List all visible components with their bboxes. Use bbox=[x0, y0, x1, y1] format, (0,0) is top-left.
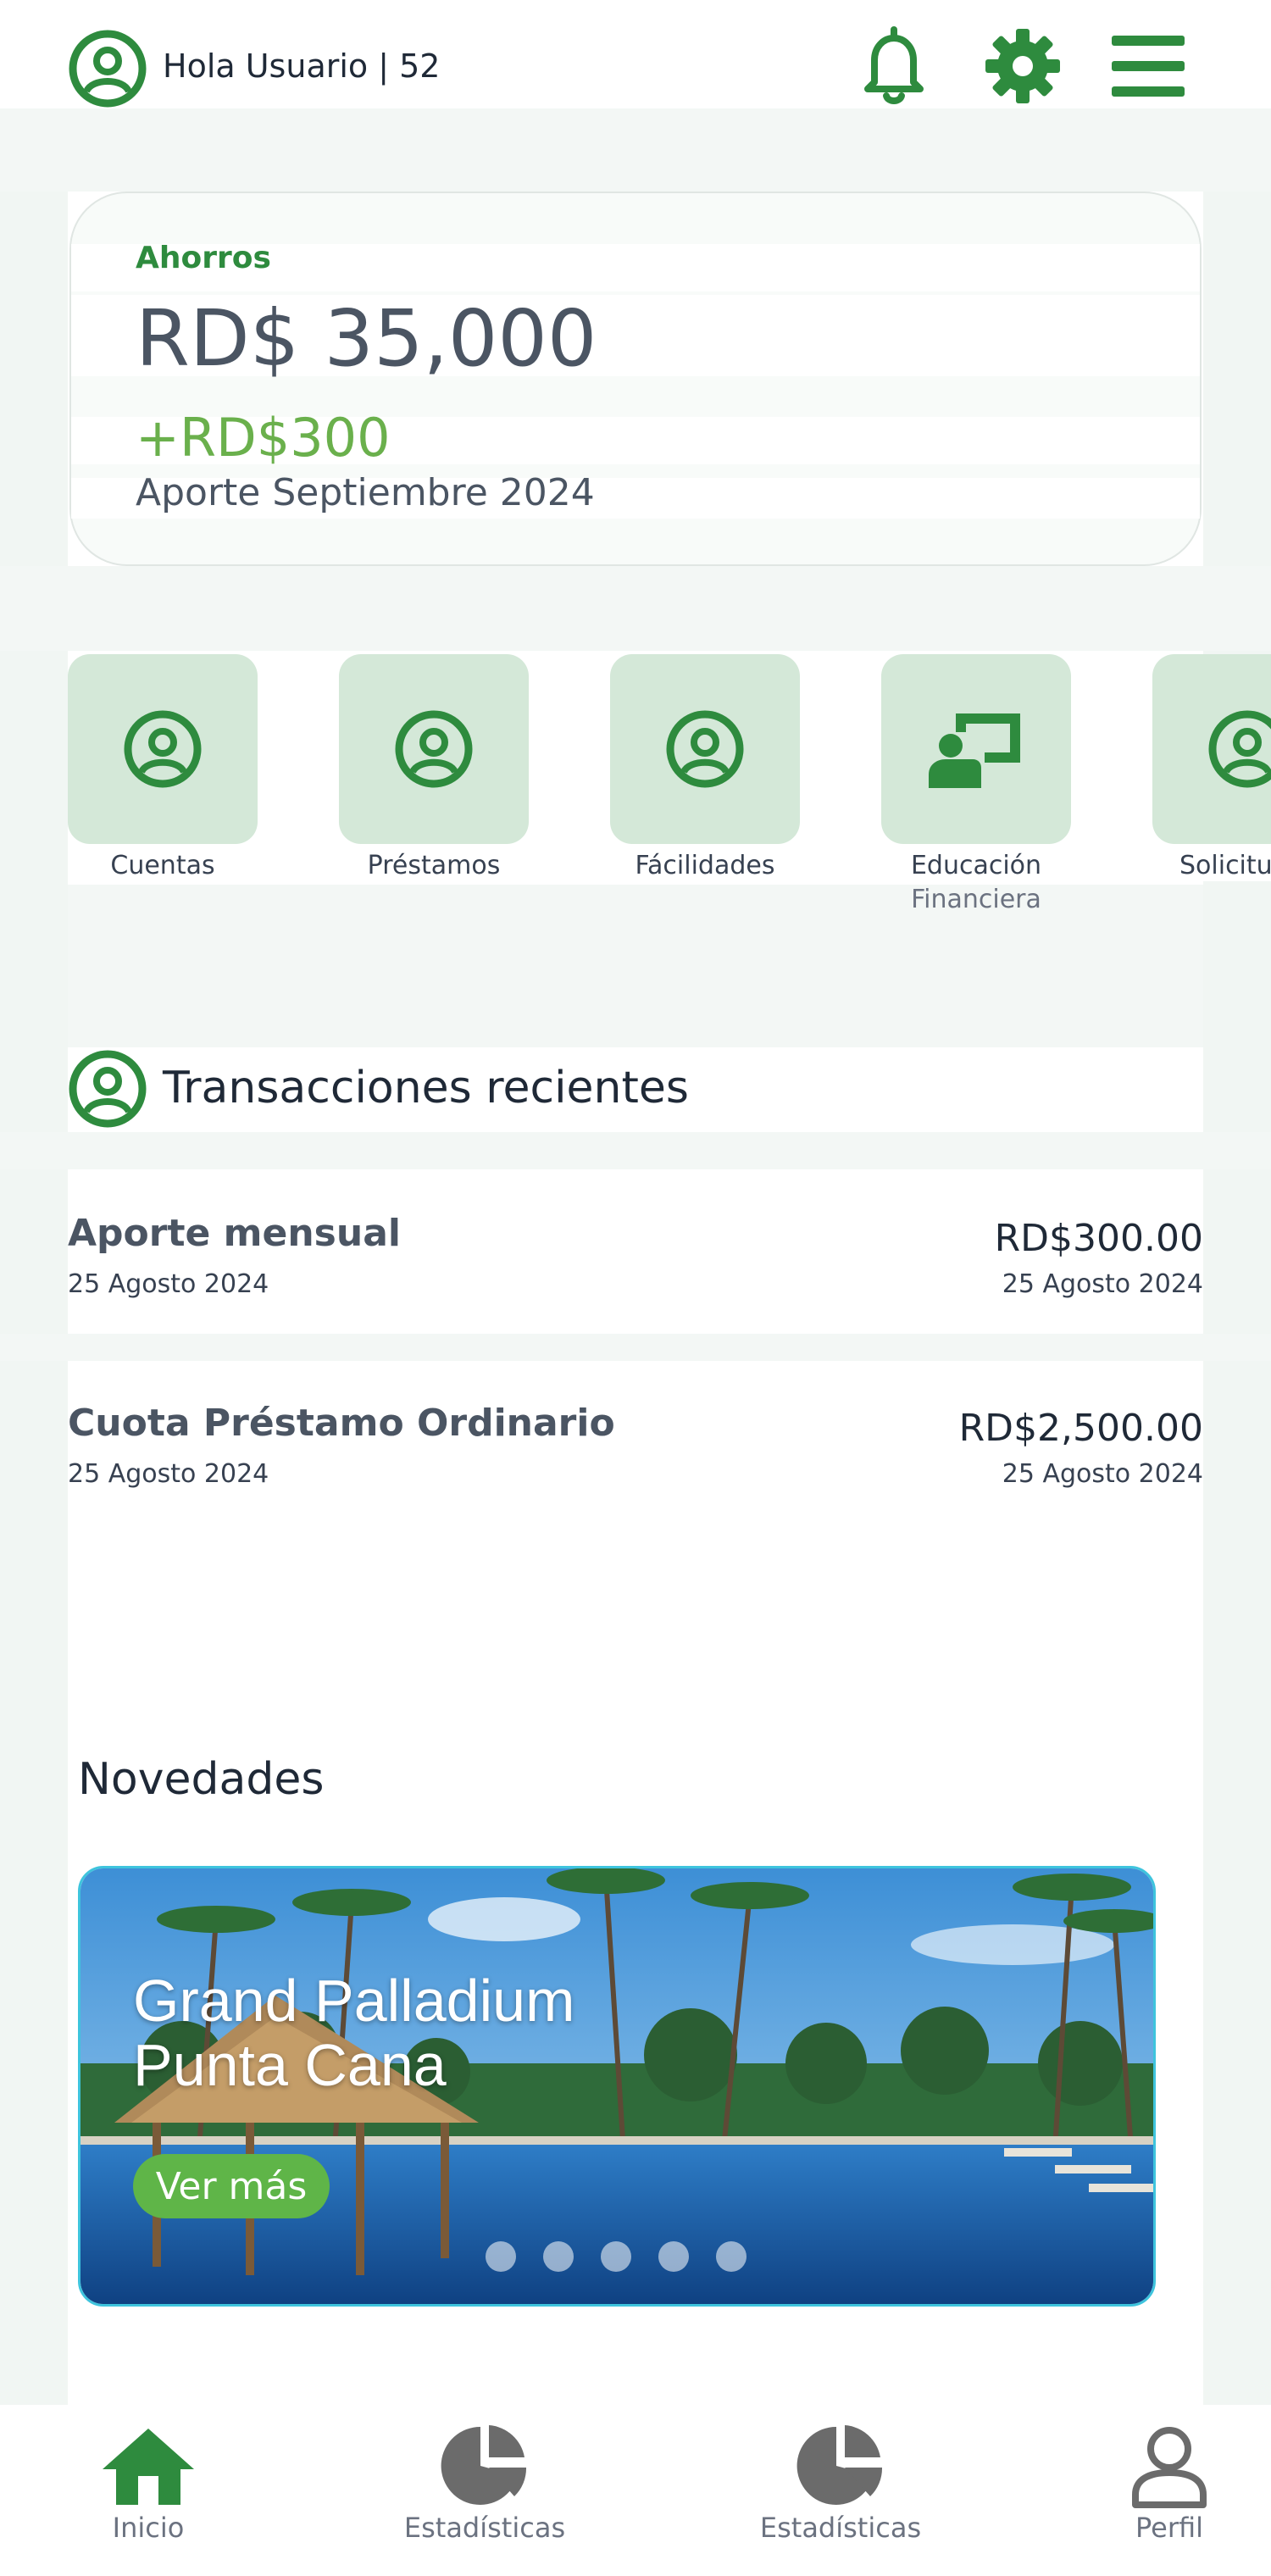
news-title: Novedades bbox=[78, 1754, 325, 1805]
bottom-navigation: Inicio Estadísticas Estadísticas Perfil bbox=[0, 2405, 1271, 2576]
user-circle-icon bbox=[124, 710, 202, 788]
top-header: Hola Usuario | 52 bbox=[0, 0, 1271, 108]
quick-access-label: Fácilidades bbox=[635, 851, 775, 880]
transaction-name: Aporte mensual bbox=[68, 1212, 401, 1255]
carousel-dot[interactable] bbox=[716, 2241, 747, 2272]
carousel-dot[interactable] bbox=[601, 2241, 631, 2272]
savings-label: Ahorros bbox=[136, 241, 271, 275]
nav-item-estadisticas-2[interactable]: Estadísticas bbox=[747, 2423, 934, 2568]
background-band bbox=[0, 1334, 1271, 1361]
quick-access-cuentas[interactable] bbox=[68, 654, 258, 844]
page-background-right bbox=[1203, 108, 1271, 2413]
nav-item-perfil[interactable]: Perfil bbox=[1076, 2423, 1263, 2568]
nav-item-inicio[interactable]: Inicio bbox=[55, 2423, 241, 2568]
user-avatar-icon[interactable] bbox=[68, 29, 147, 108]
carousel-dot[interactable] bbox=[543, 2241, 574, 2272]
nav-label: Estadísticas bbox=[759, 2512, 922, 2544]
transaction-date-right: 25 Agosto 2024 bbox=[1002, 1269, 1203, 1299]
nav-item-estadisticas[interactable]: Estadísticas bbox=[391, 2423, 578, 2568]
quick-access-solicitudes[interactable] bbox=[1152, 654, 1271, 844]
menu-icon[interactable] bbox=[1108, 24, 1188, 108]
gear-icon[interactable] bbox=[983, 24, 1063, 108]
greeting-text: Hola Usuario | 52 bbox=[163, 47, 441, 85]
quick-access-label: Solicitu bbox=[1179, 851, 1271, 880]
user-circle-icon bbox=[395, 710, 473, 788]
quick-access-sublabel: Financiera bbox=[911, 885, 1041, 914]
transaction-amount: RD$2,500.00 bbox=[958, 1407, 1203, 1450]
transactions-title: Transacciones recientes bbox=[163, 1063, 689, 1113]
news-banner[interactable]: Grand Palladium Punta Cana Ver más bbox=[78, 1866, 1156, 2307]
transaction-date: 25 Agosto 2024 bbox=[68, 1269, 269, 1299]
user-circle-icon bbox=[1208, 710, 1271, 788]
bell-icon[interactable] bbox=[854, 24, 934, 108]
page-background-left bbox=[0, 108, 68, 2413]
background-band bbox=[0, 566, 1271, 651]
transaction-date: 25 Agosto 2024 bbox=[68, 1459, 269, 1489]
profile-icon bbox=[1132, 2427, 1207, 2508]
contribution-amount: +RD$300 bbox=[136, 407, 391, 469]
teacher-board-icon bbox=[929, 713, 1020, 788]
quick-access-label: Educación bbox=[910, 851, 1042, 880]
pie-chart-icon bbox=[441, 2425, 527, 2505]
carousel-dot[interactable] bbox=[658, 2241, 689, 2272]
quick-access-facilidades[interactable] bbox=[610, 654, 800, 844]
nav-label: Perfil bbox=[1135, 2512, 1204, 2544]
home-icon bbox=[103, 2429, 194, 2505]
quick-access-label: Cuentas bbox=[110, 851, 215, 880]
quick-access-label: Préstamos bbox=[367, 851, 501, 880]
carousel-dot[interactable] bbox=[486, 2241, 516, 2272]
nav-label: Estadísticas bbox=[403, 2512, 566, 2544]
savings-amount: RD$ 35,000 bbox=[136, 293, 597, 384]
transactions-icon bbox=[68, 1049, 147, 1129]
banner-title: Grand Palladium Punta Cana bbox=[133, 1968, 575, 2098]
transaction-name: Cuota Préstamo Ordinario bbox=[68, 1402, 615, 1445]
background-band bbox=[0, 108, 1271, 192]
quick-access-educacion[interactable] bbox=[881, 654, 1071, 844]
background-band bbox=[0, 1132, 1271, 1169]
transaction-amount: RD$300.00 bbox=[994, 1217, 1203, 1260]
pie-chart-icon bbox=[796, 2425, 883, 2505]
carousel-dots bbox=[486, 2241, 747, 2272]
transaction-date-right: 25 Agosto 2024 bbox=[1002, 1459, 1203, 1489]
quick-access-prestamos[interactable] bbox=[339, 654, 529, 844]
ver-mas-button[interactable]: Ver más bbox=[133, 2154, 330, 2218]
user-circle-icon bbox=[666, 710, 744, 788]
contribution-note: Aporte Septiembre 2024 bbox=[136, 471, 595, 514]
nav-label: Inicio bbox=[112, 2512, 185, 2544]
